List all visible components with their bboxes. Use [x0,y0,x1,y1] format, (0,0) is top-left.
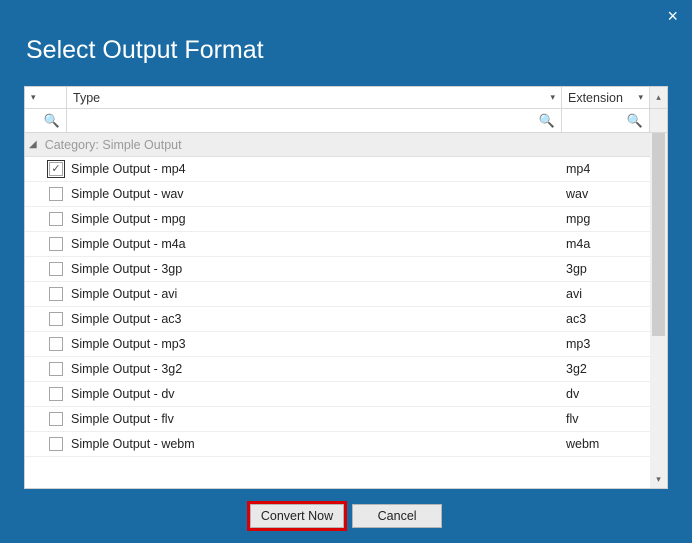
row-checkbox[interactable] [49,162,63,176]
scrollbar-spacer [650,109,667,132]
row-checkbox[interactable] [49,412,63,426]
row-type-label: Simple Output - mp4 [67,162,562,176]
close-icon[interactable]: × [667,6,678,27]
table-row[interactable]: Simple Output - aviavi [25,282,650,307]
search-icon: 🔍 [539,113,555,129]
row-type-label: Simple Output - avi [67,287,562,301]
grid: ▾ Type ▾ Extension ▾ ▴ 🔍 🔍 [25,87,667,488]
table-row[interactable]: Simple Output - mp3mp3 [25,332,650,357]
row-checkbox[interactable] [49,362,63,376]
filter-extension-input[interactable]: 🔍 [562,109,650,132]
row-checkbox[interactable] [49,237,63,251]
table-row[interactable]: Simple Output - wavwav [25,182,650,207]
table-row[interactable]: Simple Output - mp4mp4 [25,157,650,182]
row-checkbox-cell [25,262,67,276]
row-checkbox-cell [25,162,67,176]
vertical-scrollbar[interactable]: ▾ [650,133,667,488]
row-type-label: Simple Output - 3gp [67,262,562,276]
row-type-label: Simple Output - ac3 [67,312,562,326]
group-header-label: Category: Simple Output [45,138,182,152]
row-checkbox[interactable] [49,337,63,351]
scroll-down-button[interactable]: ▾ [650,471,667,488]
row-checkbox-cell [25,287,67,301]
scroll-track[interactable] [650,133,667,471]
row-type-label: Simple Output - flv [67,412,562,426]
cancel-button[interactable]: Cancel [352,504,442,528]
row-checkbox[interactable] [49,387,63,401]
row-extension-label: mp4 [562,162,650,176]
column-header-type[interactable]: Type ▾ [67,87,562,108]
scroll-up-button[interactable]: ▴ [650,87,667,108]
dialog-title: Select Output Format [0,32,692,79]
convert-now-button[interactable]: Convert Now [250,504,344,528]
group-header[interactable]: ◢ Category: Simple Output [25,133,650,157]
chevron-down-icon: ▾ [638,92,643,103]
row-extension-label: mpg [562,212,650,226]
chevron-down-icon: ▾ [31,92,36,103]
row-type-label: Simple Output - 3g2 [67,362,562,376]
row-checkbox-cell [25,412,67,426]
titlebar: × [0,0,692,32]
row-checkbox[interactable] [49,212,63,226]
row-extension-label: ac3 [562,312,650,326]
row-type-label: Simple Output - m4a [67,237,562,251]
row-type-label: Simple Output - mpg [67,212,562,226]
row-checkbox[interactable] [49,437,63,451]
row-checkbox-cell [25,237,67,251]
row-checkbox-cell [25,387,67,401]
row-extension-label: dv [562,387,650,401]
row-checkbox-cell [25,437,67,451]
row-checkbox-cell [25,187,67,201]
row-checkbox[interactable] [49,262,63,276]
chevron-down-icon: ▾ [550,92,555,103]
row-checkbox-cell [25,312,67,326]
row-checkbox[interactable] [49,312,63,326]
row-extension-label: avi [562,287,650,301]
table-row[interactable]: Simple Output - dvdv [25,382,650,407]
scroll-thumb[interactable] [652,133,665,336]
grid-body: ◢ Category: Simple Output Simple Output … [25,133,667,488]
row-checkbox-cell [25,362,67,376]
table-row[interactable]: Simple Output - 3g23g2 [25,357,650,382]
column-header-extension-label: Extension [568,91,623,105]
table-row[interactable]: Simple Output - webmwebm [25,432,650,457]
row-extension-label: m4a [562,237,650,251]
table-row[interactable]: Simple Output - ac3ac3 [25,307,650,332]
row-checkbox[interactable] [49,287,63,301]
row-type-label: Simple Output - webm [67,437,562,451]
column-header-check[interactable]: ▾ [25,87,67,108]
row-type-label: Simple Output - dv [67,387,562,401]
row-extension-label: 3gp [562,262,650,276]
row-extension-label: flv [562,412,650,426]
column-header-row: ▾ Type ▾ Extension ▾ ▴ [25,87,667,109]
column-header-type-label: Type [73,91,100,105]
dialog-window: × Select Output Format ▾ Type ▾ Extensio… [0,0,692,543]
search-icon: 🔍 [627,113,643,129]
grid-container: ▾ Type ▾ Extension ▾ ▴ 🔍 🔍 [24,86,668,489]
column-header-extension[interactable]: Extension ▾ [562,87,650,108]
row-extension-label: webm [562,437,650,451]
row-extension-label: wav [562,187,650,201]
dialog-footer: Convert Now Cancel [0,489,692,543]
filter-type-input[interactable]: 🔍 [67,109,562,132]
table-row[interactable]: Simple Output - 3gp3gp [25,257,650,282]
row-type-label: Simple Output - mp3 [67,337,562,351]
row-checkbox-cell [25,337,67,351]
search-icon: 🔍 [44,113,60,129]
table-row[interactable]: Simple Output - m4am4a [25,232,650,257]
row-extension-label: mp3 [562,337,650,351]
row-checkbox-cell [25,212,67,226]
table-row[interactable]: Simple Output - flvflv [25,407,650,432]
row-extension-label: 3g2 [562,362,650,376]
filter-row: 🔍 🔍 🔍 [25,109,667,133]
filter-check-cell[interactable]: 🔍 [25,109,67,132]
table-row[interactable]: Simple Output - mpgmpg [25,207,650,232]
row-type-label: Simple Output - wav [67,187,562,201]
row-checkbox[interactable] [49,187,63,201]
collapse-icon: ◢ [29,139,37,150]
rows-container: ◢ Category: Simple Output Simple Output … [25,133,650,488]
